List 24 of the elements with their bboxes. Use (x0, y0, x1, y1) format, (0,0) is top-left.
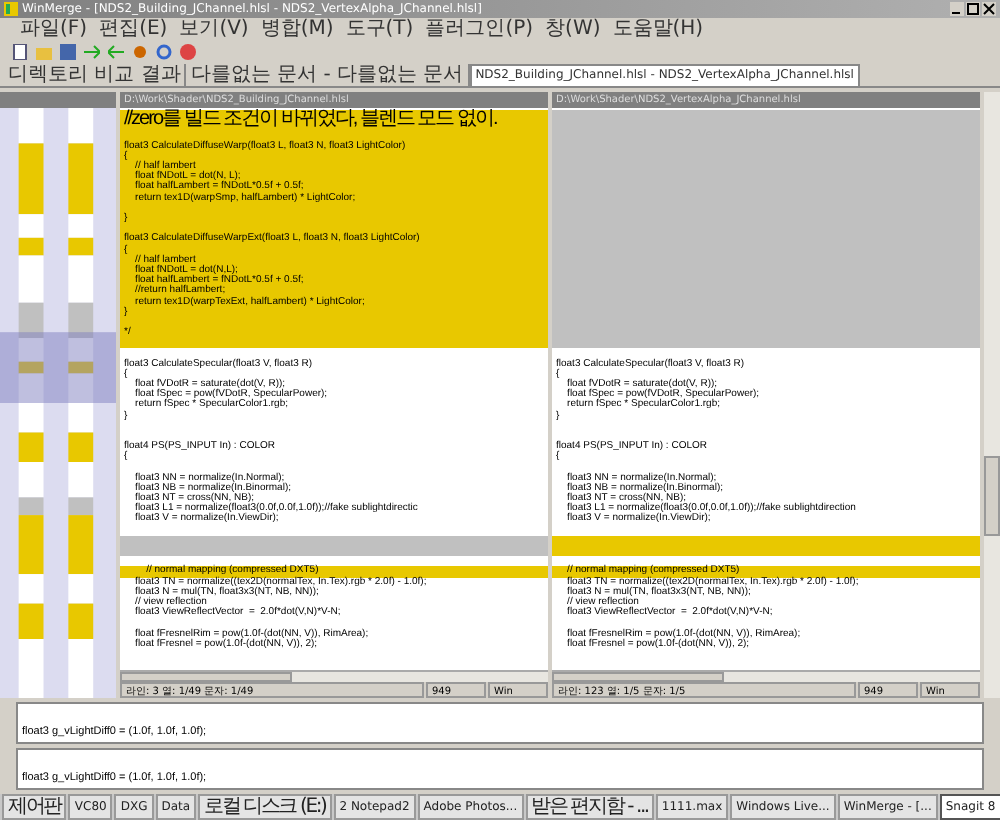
document-icon[interactable] (12, 44, 28, 60)
arrow-icon[interactable] (108, 44, 124, 60)
arrow-icon[interactable] (84, 44, 100, 60)
menu-item[interactable]: 도구(T) (345, 18, 414, 42)
menu-item[interactable]: 보기(V) (179, 18, 249, 42)
close-icon[interactable] (982, 2, 996, 16)
maximize-icon[interactable] (966, 2, 980, 16)
taskbar-button[interactable]: 로컬 디스크 (E:) (198, 794, 332, 820)
app-icon (4, 2, 18, 16)
vertical-scrollbar[interactable] (984, 92, 1000, 698)
horizontal-scrollbar[interactable] (120, 670, 548, 682)
minimize-icon[interactable] (950, 2, 964, 16)
taskbar-button[interactable]: 제어판 (2, 794, 67, 820)
menu-item[interactable]: 파일(F) (20, 18, 88, 42)
horizontal-scrollbar[interactable] (552, 670, 980, 682)
menu-item[interactable]: 창(W) (545, 18, 601, 42)
tab[interactable]: 디렉토리 비교 결과 (4, 64, 187, 86)
menu-item[interactable]: 플러그인(P) (425, 18, 534, 42)
menu-item[interactable]: 편집(E) (99, 18, 168, 42)
menu-item[interactable]: 병합(M) (260, 18, 334, 42)
pane-header (0, 92, 116, 108)
taskbar-button[interactable]: 받은 편지함 - ... (525, 794, 654, 820)
menu-item[interactable]: 도움말(H) (612, 18, 704, 42)
refresh-icon[interactable] (156, 44, 172, 60)
